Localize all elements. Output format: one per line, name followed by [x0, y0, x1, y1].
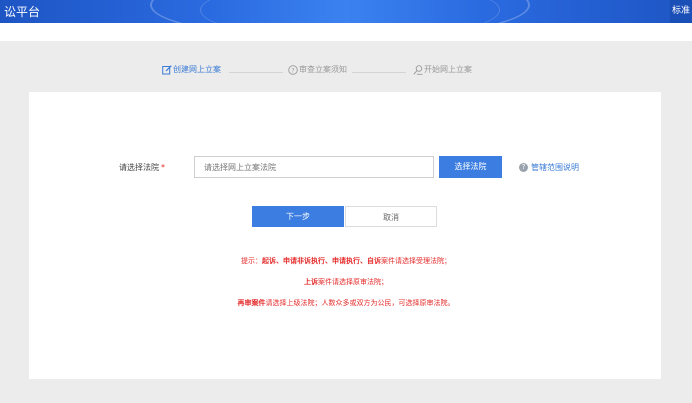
step-review-label: 审查立案须知 [299, 65, 347, 74]
platform-title: 讼平台 [4, 5, 41, 19]
step-start: 开始网上立案 [413, 64, 472, 75]
hint-retrial: 再审案件 [237, 299, 266, 307]
hint-line-3: 再审案件请选择上级法院；人数众多或双方为公民，可选择原审法院。 [0, 298, 692, 308]
court-field-label: 请选择法院 * [119, 162, 165, 173]
step-review: ? 审查立案须知 [288, 64, 347, 75]
top-header: 讼平台 标准 [0, 0, 692, 23]
step-indicator: 创建网上立案 ? 审查立案须知 开始网上立案 [0, 62, 692, 80]
select-court-button[interactable]: 选择法院 [439, 156, 502, 178]
header-decoration-inner [200, 0, 500, 23]
main-card [29, 92, 661, 379]
step-create: 创建网上立案 [162, 64, 221, 75]
hint-prefix: 提示： [241, 257, 262, 265]
help-icon: ? [519, 163, 528, 172]
cancel-button[interactable]: 取消 [345, 206, 437, 227]
hint-line-1-suffix: 案件请选择受理法院； [381, 257, 451, 265]
standard-badge[interactable]: 标准 [670, 0, 692, 23]
hint-line-2-suffix: 案件请选择原审法院； [318, 278, 388, 286]
subheader-band [0, 23, 692, 41]
court-label-text: 请选择法院 [119, 163, 159, 172]
step-connector [229, 72, 283, 73]
search-person-icon [413, 64, 423, 75]
scope-link-text: 管辖范围说明 [531, 163, 579, 172]
hint-case-types: 起诉、申请非诉执行、申请执行、自诉 [262, 257, 381, 265]
step-create-label: 创建网上立案 [173, 65, 221, 74]
svg-text:?: ? [291, 66, 294, 74]
required-mark: * [161, 163, 165, 172]
edit-icon [162, 64, 172, 74]
jurisdiction-scope-link[interactable]: ? 管辖范围说明 [519, 162, 579, 173]
step-start-label: 开始网上立案 [424, 65, 472, 74]
hint-line-2: 上诉案件请选择原审法院； [0, 277, 692, 287]
hint-appeal: 上诉 [304, 278, 318, 286]
next-step-button[interactable]: 下一步 [252, 206, 344, 227]
question-circle-icon: ? [288, 64, 298, 75]
step-connector [352, 72, 406, 73]
hint-line-1: 提示：起诉、申请非诉执行、申请执行、自诉案件请选择受理法院； [0, 256, 692, 266]
court-input[interactable] [194, 156, 434, 178]
hint-line-3-suffix: 请选择上级法院；人数众多或双方为公民，可选择原审法院。 [265, 299, 455, 307]
